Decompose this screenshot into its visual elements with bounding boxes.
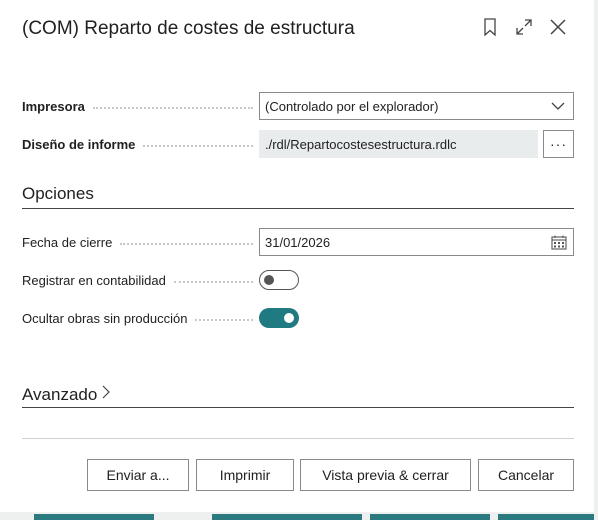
report-layout-lookup-button[interactable]: ··· <box>543 130 574 158</box>
footer-divider <box>22 438 574 439</box>
cancel-button[interactable]: Cancelar <box>478 459 574 491</box>
section-divider <box>22 208 574 209</box>
dialog-title: (COM) Reparto de costes de estructura <box>22 18 355 39</box>
options-section-title: Opciones <box>22 184 94 203</box>
post-accounting-toggle[interactable] <box>259 270 299 290</box>
section-divider <box>22 407 574 408</box>
report-dialog: (COM) Reparto de costes de estructura Im… <box>0 0 594 512</box>
expand-icon[interactable] <box>514 16 534 38</box>
closing-date-label: Fecha de cierre <box>22 235 259 250</box>
report-layout-value: ./rdl/Repartocostesestructura.rdlc <box>265 136 457 152</box>
title-actions <box>480 16 568 38</box>
bookmark-icon[interactable] <box>480 16 500 38</box>
post-accounting-label: Registrar en contabilidad <box>22 273 259 288</box>
hide-jobs-row: Ocultar obras sin producción <box>22 304 574 332</box>
printer-value: (Controlado por el explorador) <box>265 98 439 114</box>
toggle-knob <box>264 275 274 285</box>
chevron-down-icon <box>551 100 565 115</box>
hide-jobs-toggle[interactable] <box>259 308 299 328</box>
background-tile <box>34 514 154 520</box>
background-tile <box>498 514 598 520</box>
printer-select[interactable]: (Controlado por el explorador) <box>259 92 574 120</box>
report-layout-row: Diseño de informe ./rdl/Repartocostesest… <box>22 130 574 158</box>
printer-label: Impresora <box>22 99 259 114</box>
background-tile <box>212 514 362 520</box>
send-to-button[interactable]: Enviar a... <box>87 459 189 491</box>
advanced-label: Avanzado <box>22 384 98 404</box>
closing-date-row: Fecha de cierre 31/01/2026 <box>22 228 574 256</box>
report-layout-label: Diseño de informe <box>22 137 259 152</box>
background-edge <box>594 0 598 520</box>
background-tile <box>370 514 490 520</box>
advanced-section-header[interactable]: Avanzado <box>22 384 111 405</box>
chevron-right-icon <box>101 384 111 405</box>
hide-jobs-label: Ocultar obras sin producción <box>22 311 259 326</box>
print-button[interactable]: Imprimir <box>196 459 294 491</box>
closing-date-value: 31/01/2026 <box>265 234 331 250</box>
background-page-strip <box>0 512 598 520</box>
closing-date-input[interactable]: 31/01/2026 <box>259 228 574 256</box>
report-layout-field[interactable]: ./rdl/Repartocostesestructura.rdlc <box>259 130 538 158</box>
post-accounting-row: Registrar en contabilidad <box>22 266 574 294</box>
toggle-knob <box>284 313 294 323</box>
calendar-icon[interactable] <box>551 235 567 253</box>
preview-close-button[interactable]: Vista previa & cerrar <box>300 459 471 491</box>
printer-row: Impresora (Controlado por el explorador) <box>22 92 574 120</box>
close-icon[interactable] <box>548 16 568 38</box>
